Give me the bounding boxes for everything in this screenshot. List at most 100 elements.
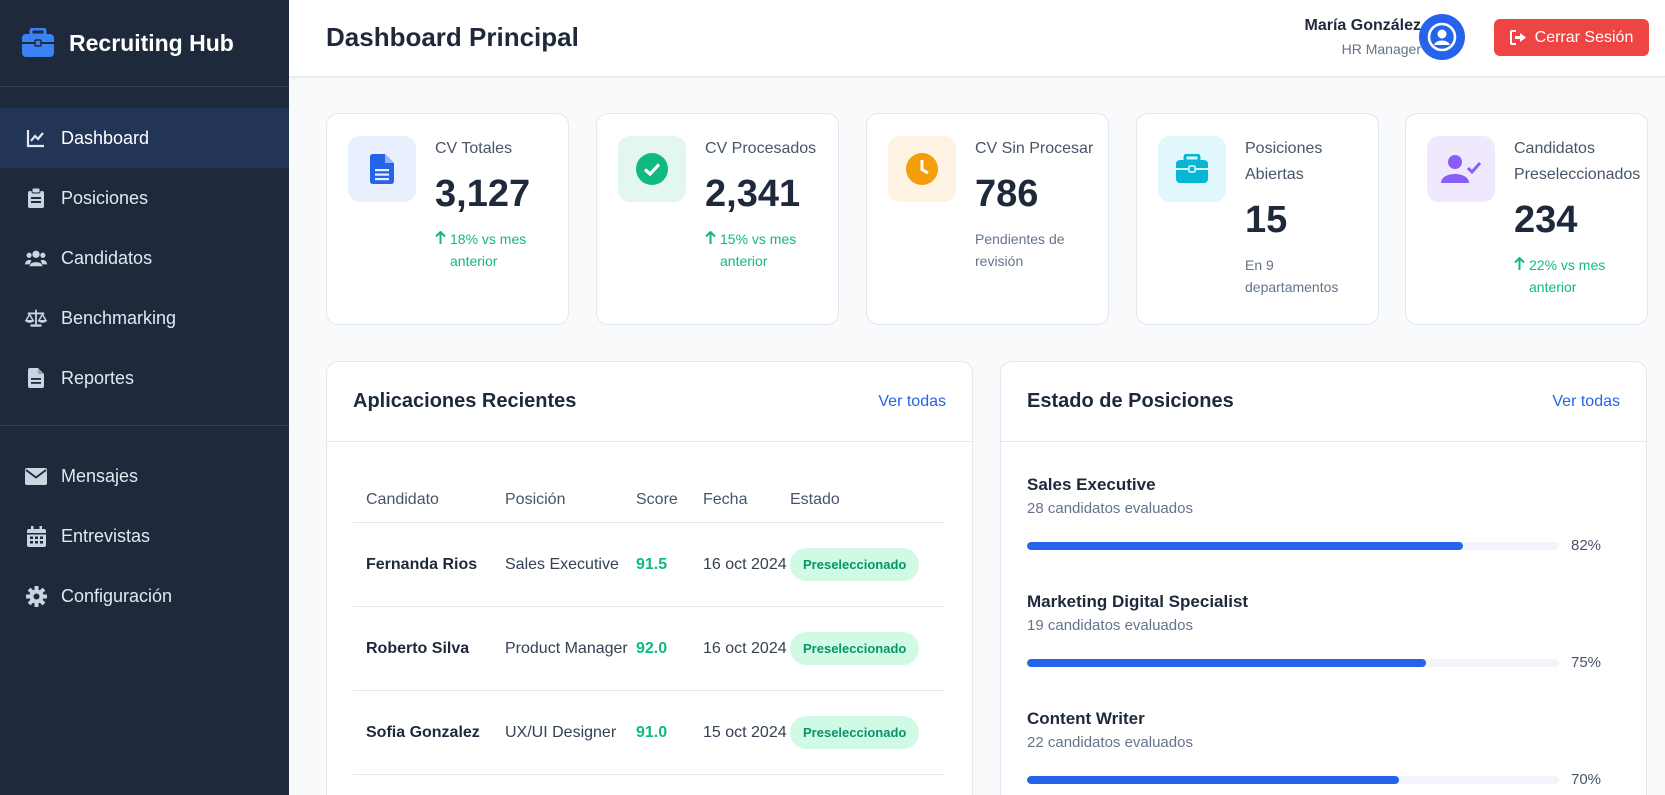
stat-value: 234 xyxy=(1514,199,1578,241)
evaluated-count: 28 candidatos evaluados xyxy=(1027,500,1193,517)
stat-label: CV Totales xyxy=(435,140,513,157)
sidebar-item-label: Benchmarking xyxy=(61,307,177,328)
brand[interactable]: Recruiting Hub xyxy=(0,0,289,87)
sidebar-item-reportes[interactable]: Reportes xyxy=(0,348,289,408)
table-row[interactable]: Sofia Gonzalez UX/UI Designer 91.0 15 oc… xyxy=(353,691,944,775)
column-header[interactable]: Score xyxy=(636,491,703,509)
table-row[interactable]: Roberto Silva Product Manager 92.0 16 oc… xyxy=(353,607,944,691)
progress-percent: 70% xyxy=(1571,771,1602,788)
sidebar-item-label: Reportes xyxy=(61,367,135,388)
sidebar-item-entrevistas[interactable]: Entrevistas xyxy=(0,506,289,566)
sidebar-divider xyxy=(0,425,289,426)
progress-fill xyxy=(1027,658,1426,667)
sidebar-nav: Dashboard Posiciones Candidatos Benchmar… xyxy=(0,87,289,626)
position-progress-list: Sales Executive 28 candidatos evaluados … xyxy=(1027,474,1602,795)
position-progress-item[interactable]: Marketing Digital Specialist 19 candidat… xyxy=(1027,591,1602,708)
sidebar-item-label: Entrevistas xyxy=(61,525,151,546)
candidate-name: Sofia Gonzalez xyxy=(366,723,480,741)
sign-out-icon xyxy=(1509,30,1526,45)
logout-label: Cerrar Sesión xyxy=(1534,28,1634,46)
users-icon xyxy=(25,247,47,269)
stat-note: 15% vs mes anterior xyxy=(720,231,797,269)
sidebar-item-dashboard[interactable]: Dashboard xyxy=(0,108,289,168)
stat-note: 22% vs mes anterior xyxy=(1529,257,1606,295)
clipboard-icon xyxy=(25,187,47,209)
candidate-name: Roberto Silva xyxy=(366,639,470,657)
stat-trend: 18% vs mes anterior xyxy=(435,228,558,272)
sidebar-item-configuracion[interactable]: Configuración xyxy=(0,566,289,626)
panel-title: Estado de Posiciones xyxy=(1027,390,1234,412)
sidebar-item-mensajes[interactable]: Mensajes xyxy=(0,446,289,506)
stat-note: Pendientes de revisión xyxy=(975,231,1065,269)
user-name: María González xyxy=(1304,17,1421,34)
stat-note: 18% vs mes anterior xyxy=(450,231,527,269)
brand-name: Recruiting Hub xyxy=(69,29,234,56)
check-circle-icon xyxy=(618,136,686,202)
status-badge: Preseleccionado xyxy=(790,716,920,749)
panel-title: Aplicaciones Recientes xyxy=(353,390,577,412)
position-progress-item[interactable]: Sales Executive 28 candidatos evaluados … xyxy=(1027,474,1602,591)
sidebar-item-label: Candidatos xyxy=(61,247,153,268)
sidebar-item-label: Dashboard xyxy=(61,127,150,148)
table-row[interactable]: Fernanda Rios Sales Executive 91.5 16 oc… xyxy=(353,523,944,607)
arrow-up-icon xyxy=(1514,257,1525,270)
candidate-name: Fernanda Rios xyxy=(366,555,478,573)
progress-fill xyxy=(1027,541,1464,550)
sidebar-item-benchmarking[interactable]: Benchmarking xyxy=(0,288,289,348)
stat-value: 3,127 xyxy=(435,173,531,215)
logout-button[interactable]: Cerrar Sesión xyxy=(1494,19,1649,56)
document-icon xyxy=(25,367,47,389)
table-header-row: Candidato Posición Score Fecha Estado xyxy=(353,477,944,523)
stat-label: CV Procesados xyxy=(705,140,817,157)
column-header[interactable]: Candidato xyxy=(353,491,505,509)
position-status-panel: Estado de Posiciones Ver todas Sales Exe… xyxy=(1000,361,1647,795)
position-name: Product Manager xyxy=(505,640,628,657)
stat-value: 2,341 xyxy=(705,173,801,215)
progress-fill xyxy=(1027,775,1400,784)
top-header: Dashboard Principal María González HR Ma… xyxy=(289,0,1665,77)
stat-card-cv-procesados: CV Procesados 2,341 15% vs mes anterior xyxy=(596,113,839,325)
position-name: Content Writer xyxy=(1027,709,1145,728)
sidebar-item-label: Posiciones xyxy=(61,187,149,208)
chart-line-icon xyxy=(25,127,47,149)
evaluated-count: 19 candidatos evaluados xyxy=(1027,617,1193,634)
progress-bar xyxy=(1027,541,1559,550)
score: 91.0 xyxy=(636,723,668,741)
stat-value: 15 xyxy=(1245,199,1288,241)
date: 16 oct 2024 xyxy=(703,556,787,573)
user-circle-icon xyxy=(1427,22,1457,52)
applications-table: Candidato Posición Score Fecha Estado Fe… xyxy=(353,477,944,775)
view-all-positions-link[interactable]: Ver todas xyxy=(1552,393,1620,411)
calendar-icon xyxy=(25,525,47,547)
date: 15 oct 2024 xyxy=(703,724,787,741)
score: 91.5 xyxy=(636,555,668,573)
column-header[interactable]: Fecha xyxy=(703,491,790,509)
gear-icon xyxy=(25,585,47,607)
progress-bar xyxy=(1027,658,1559,667)
avatar[interactable] xyxy=(1419,14,1465,60)
envelope-icon xyxy=(25,465,47,487)
position-name: UX/UI Designer xyxy=(505,724,617,741)
column-header[interactable]: Estado xyxy=(790,491,944,509)
column-header[interactable]: Posición xyxy=(505,491,636,509)
progress-bar xyxy=(1027,775,1559,784)
file-icon xyxy=(348,136,416,202)
position-name: Sales Executive xyxy=(505,556,619,573)
stat-card-candidatos-preseleccionados: Candidatos Preseleccionados 234 22% vs m… xyxy=(1405,113,1648,325)
position-name: Marketing Digital Specialist xyxy=(1027,592,1249,611)
evaluated-count: 22 candidatos evaluados xyxy=(1027,734,1193,751)
position-progress-item[interactable]: Content Writer 22 candidatos evaluados 7… xyxy=(1027,708,1602,795)
sidebar-item-candidatos[interactable]: Candidatos xyxy=(0,228,289,288)
briefcase-icon xyxy=(22,28,54,57)
stat-card-posiciones-abiertas: Posiciones Abiertas 15 En 9 departamento… xyxy=(1136,113,1379,325)
stat-card-cv-sin-procesar: CV Sin Procesar 786 Pendientes de revisi… xyxy=(866,113,1109,325)
user-check-icon xyxy=(1427,136,1495,202)
arrow-up-icon xyxy=(705,231,716,244)
view-all-applications-link[interactable]: Ver todas xyxy=(878,393,946,411)
stat-trend: 15% vs mes anterior xyxy=(705,228,828,272)
user-info: María González HR Manager xyxy=(1305,17,1421,57)
sidebar-item-posiciones[interactable]: Posiciones xyxy=(0,168,289,228)
sidebar-item-label: Mensajes xyxy=(61,465,139,486)
sidebar: Recruiting Hub Dashboard Posiciones Cand… xyxy=(0,0,289,795)
progress-percent: 82% xyxy=(1571,537,1602,554)
